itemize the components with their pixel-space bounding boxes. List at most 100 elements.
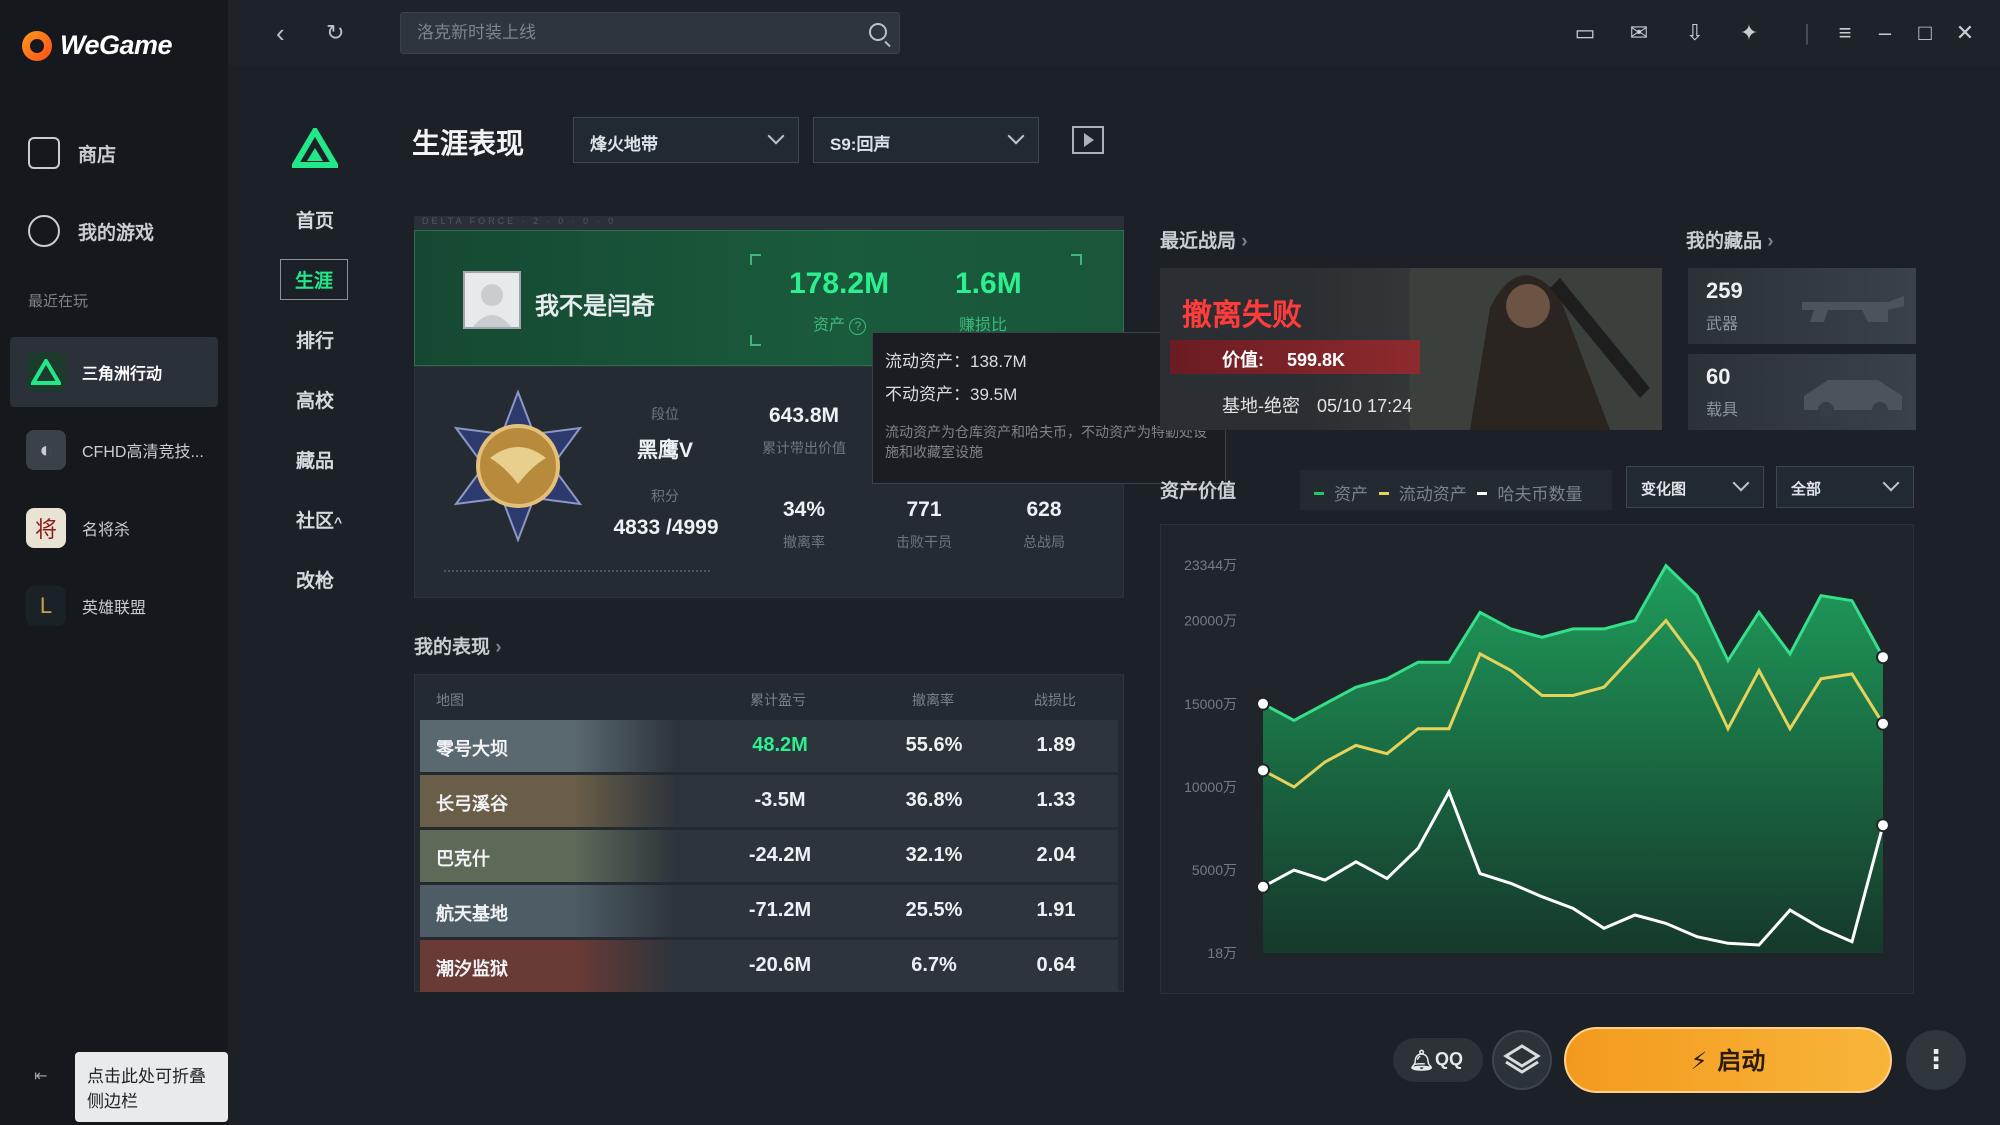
collection-weapons[interactable]: 259 武器 [1688,268,1916,344]
series-endpoint-marker[interactable] [1256,763,1270,778]
rate-cell: 25.5% [905,899,963,921]
legend-swatch [1477,492,1488,496]
download-icon[interactable]: ⇩ [1682,20,1708,46]
series-endpoint-marker[interactable] [1876,818,1890,833]
legend-swatch [1314,492,1324,496]
avatar[interactable] [463,271,521,329]
chevron-down-icon [767,127,785,145]
search-icon[interactable] [869,23,887,41]
layers-icon [1503,1044,1541,1074]
help-icon[interactable]: ? [849,318,867,335]
collection-title[interactable]: 我的藏品 › [1686,226,1774,253]
page-title: 生涯表现 [412,128,525,159]
total-battles: 628 [1026,498,1062,521]
chart-type-select[interactable]: 变化图 [1626,466,1764,508]
search-input[interactable] [401,13,899,53]
controller-icon [28,215,60,247]
collection-vehicles[interactable]: 60 载具 [1688,354,1916,430]
sidebar-item-my-games[interactable]: 我的游戏 [28,215,154,247]
tab-collection[interactable]: 藏品 [296,446,334,473]
refresh-icon[interactable]: ↻ [326,20,344,46]
series-endpoint-marker[interactable] [1876,716,1890,731]
series-endpoint-marker[interactable] [1256,696,1270,711]
y-tick-label: 5000万 [1192,862,1237,878]
chart-filter-select[interactable]: 全部 [1776,466,1914,508]
maximize-icon[interactable]: □ [1912,20,1938,46]
delta-force-icon [26,352,66,392]
more-options-button[interactable]: ⋮ [1906,1030,1966,1090]
col-header-map: 地图 [436,692,464,708]
tab-college[interactable]: 高校 [296,386,334,413]
assets-label: 资产 ? [813,311,867,335]
chat-icon[interactable]: ▭ [1572,20,1598,46]
collapse-sidebar-icon[interactable]: ⇤ [34,1066,56,1088]
y-tick-label: 20000万 [1184,613,1237,629]
vehicle-icon [1804,380,1902,418]
start-button[interactable]: ⚡︎ 启动 [1564,1027,1892,1093]
series-endpoint-marker[interactable] [1256,879,1270,894]
sidebar-item-label: 我的游戏 [78,222,155,244]
tab-gunsmith[interactable]: 改枪 [296,566,334,593]
rifle-icon [1802,296,1904,322]
total-value-label: 累计带出价值 [762,440,846,456]
recent-battle-title[interactable]: 最近战局 › [1160,226,1248,253]
video-icon[interactable] [1072,126,1104,154]
game-item-cfhd[interactable]: ◐ CFHD高清竞技... [10,415,218,485]
table-row[interactable]: 长弓溪谷 -3.5M 36.8% 1.33 [420,775,1118,827]
close-icon[interactable]: ✕ [1952,20,1978,46]
season-select[interactable]: S9:回声 [813,117,1039,163]
game-item-label: 英雄联盟 [82,600,147,617]
minimize-icon[interactable]: – [1872,20,1898,46]
accelerator-button[interactable] [1492,1030,1552,1090]
chevron-down-icon [1732,474,1750,492]
battle-map: 基地-绝密 05/10 17:24 [1222,392,1412,418]
game-item-lol[interactable]: L 英雄联盟 [10,571,218,641]
wegame-logo[interactable]: WeGame [22,30,173,61]
battle-time: 05/10 17:24 [1317,396,1413,416]
caret-up-icon: ^ [334,514,343,530]
tab-community[interactable]: 社区^ [296,506,342,533]
y-tick-label: 23344万 [1184,557,1237,573]
collapse-tooltip: 点击此处可折叠侧边栏 [75,1052,228,1122]
mode-select[interactable]: 烽火地带 [573,117,799,163]
series-endpoint-marker[interactable] [1876,650,1890,665]
weapons-count: 259 [1706,278,1743,303]
menu-icon[interactable]: ≡ [1832,20,1858,46]
table-row[interactable]: 巴克什 -24.2M 32.1% 2.04 [420,830,1118,882]
game-item-delta-force[interactable]: 三角洲行动 [10,337,218,407]
map-name: 航天基地 [436,904,508,924]
sidebar-item-shop[interactable]: 商店 [28,137,116,169]
game-item-mingjiangsha[interactable]: 将 名将杀 [10,493,218,563]
tab-ranking[interactable]: 排行 [296,326,334,353]
search-box[interactable] [400,12,900,54]
legend-item: 哈夫币数量 [1497,485,1583,504]
rate-cell: 32.1% [905,844,963,866]
rank-label: 段位 [651,406,679,422]
performance-title[interactable]: 我的表现 › [414,632,502,659]
back-icon[interactable]: ‹ [276,18,285,49]
table-row[interactable]: 潮汐监狱 -20.6M 6.7% 0.64 [420,940,1118,992]
table-row[interactable]: 零号大坝 48.2M 55.6% 1.89 [420,720,1118,772]
game-tool-icon[interactable]: ✦ [1736,20,1762,46]
asset-chart-box: 23344万 20000万 15000万 10000万 5000万 18万 [1160,524,1914,994]
app-name: WeGame [60,30,173,60]
recent-battle-card[interactable]: 撤离失败 价值: 599.8K 基地-绝密 05/10 17:24 [1160,268,1662,430]
table-row[interactable]: 航天基地 -71.2M 25.5% 1.91 [420,885,1118,937]
tab-career[interactable]: 生涯 [280,259,349,300]
performance-title-text: 我的表现 [414,637,491,658]
rate-cell: 55.6% [905,734,963,756]
cfhd-icon: ◐ [26,430,66,470]
col-header-kd: 战损比 [1034,692,1076,708]
asset-chart[interactable]: 23344万 20000万 15000万 10000万 5000万 18万 [1161,525,1913,993]
battle-value-label: 价值: [1222,350,1264,370]
profit-cell: -3.5M [754,789,806,811]
profit-cell: -24.2M [748,844,812,866]
chevron-right-icon: › [1767,231,1774,252]
qq-button[interactable]: 🔔︎ QQ [1393,1038,1483,1082]
mail-icon[interactable]: ✉ [1626,20,1652,46]
season-select-value: S9:回声 [830,135,891,154]
tab-home[interactable]: 首页 [296,206,334,233]
chart-legend: 资产 流动资产 哈夫币数量 [1300,470,1612,510]
chevron-down-icon [1007,127,1025,145]
kd-cell: 1.33 [1036,789,1076,811]
